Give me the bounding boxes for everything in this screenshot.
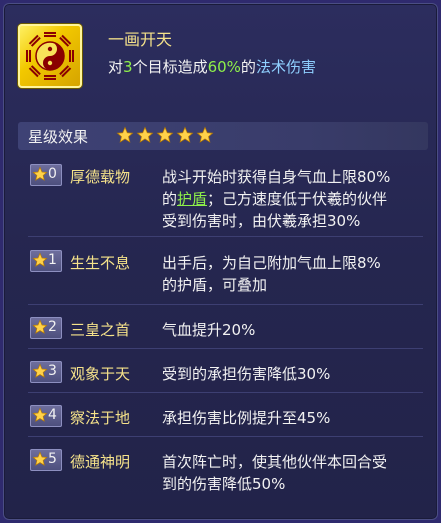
desc-line: 到的伤害降低50% bbox=[162, 475, 286, 493]
star-effect-name: 察法于地 bbox=[70, 409, 131, 427]
star-level-badge: 0 bbox=[30, 164, 62, 186]
skill-title: 一画开天 bbox=[108, 30, 173, 49]
desc-line: 的护盾，可叠加 bbox=[162, 276, 268, 294]
star-effect-name: 厚德载物 bbox=[70, 168, 131, 186]
desc-line: 受到伤害时，由伏羲承担30% bbox=[162, 212, 361, 230]
skill-tooltip-panel: 一画开天 对3个目标造成60%的法术伤害 星级效果 0 厚德载物 战斗开始时获得… bbox=[3, 3, 438, 520]
desc-line: 受到的承担伤害降低30% bbox=[162, 365, 331, 383]
desc-line: 出手后，为自己附加气血上限8% bbox=[162, 254, 381, 272]
star-level-number: 1 bbox=[48, 252, 57, 268]
star-effect-name: 生生不息 bbox=[70, 254, 131, 272]
desc-target-count: 3 bbox=[123, 58, 133, 76]
row-divider bbox=[28, 236, 423, 237]
star-icon bbox=[116, 126, 134, 143]
desc-text: 的 bbox=[162, 190, 178, 208]
star-icon bbox=[32, 407, 48, 422]
star-level-badge: 5 bbox=[30, 449, 62, 471]
desc-damage-percent: 60% bbox=[207, 58, 241, 76]
star-rating bbox=[116, 126, 216, 148]
shield-keyword-link[interactable]: 护盾 bbox=[177, 190, 207, 208]
star-level-badge: 3 bbox=[30, 361, 62, 383]
star-effect-name: 德通神明 bbox=[70, 453, 131, 471]
star-level-number: 5 bbox=[48, 451, 57, 467]
desc-line: 首次阵亡时，使其他伙伴本回合受 bbox=[162, 453, 388, 471]
desc-line: 气血提升20% bbox=[162, 321, 256, 339]
star-effect-name: 观象于天 bbox=[70, 365, 131, 383]
star-level-number: 2 bbox=[48, 319, 57, 335]
row-divider bbox=[28, 348, 423, 349]
desc-part2: 个目标造成 bbox=[132, 58, 208, 76]
star-level-number: 3 bbox=[48, 363, 57, 379]
bagua-yin-yang-icon bbox=[18, 24, 82, 88]
row-divider bbox=[28, 304, 423, 305]
star-icon bbox=[32, 363, 48, 378]
star-icon bbox=[32, 451, 48, 466]
desc-line: 承担伤害比例提升至45% bbox=[162, 409, 331, 427]
star-level-number: 4 bbox=[48, 407, 57, 423]
star-icon bbox=[136, 126, 154, 143]
star-level-number: 0 bbox=[48, 166, 57, 182]
star-effects-header: 星级效果 bbox=[18, 122, 428, 150]
desc-damage-type: 法术伤害 bbox=[255, 58, 316, 76]
desc-part3: 的 bbox=[240, 58, 256, 76]
desc-line: 战斗开始时获得自身气血上限80% bbox=[162, 168, 391, 186]
star-icon bbox=[32, 166, 48, 181]
desc-line: 的护盾；己方速度低于伏羲的伙伴 bbox=[162, 188, 422, 210]
row-divider bbox=[28, 436, 423, 437]
star-effect-desc: 首次阵亡时，使其他伙伴本回合受 到的伤害降低50% bbox=[162, 451, 422, 495]
star-icon bbox=[196, 126, 214, 143]
star-effect-name: 三皇之首 bbox=[70, 321, 131, 339]
star-effects-title: 星级效果 bbox=[28, 128, 89, 146]
star-effect-desc: 出手后，为自己附加气血上限8% 的护盾，可叠加 bbox=[162, 252, 422, 296]
desc-part1: 对 bbox=[108, 58, 124, 76]
desc-text: ；己方速度低于伏羲的伙伴 bbox=[207, 190, 388, 208]
star-icon bbox=[176, 126, 194, 143]
star-icon bbox=[32, 319, 48, 334]
star-icon bbox=[156, 126, 174, 143]
star-effect-desc: 战斗开始时获得自身气血上限80% 的护盾；己方速度低于伏羲的伙伴 受到伤害时，由… bbox=[162, 166, 422, 232]
star-level-badge: 2 bbox=[30, 317, 62, 339]
star-effect-desc: 受到的承担伤害降低30% bbox=[162, 363, 422, 385]
star-icon bbox=[32, 252, 48, 267]
row-divider bbox=[28, 392, 423, 393]
skill-description: 对3个目标造成60%的法术伤害 bbox=[108, 56, 316, 77]
star-effect-desc: 承担伤害比例提升至45% bbox=[162, 407, 422, 429]
star-level-badge: 1 bbox=[30, 250, 62, 272]
star-level-badge: 4 bbox=[30, 405, 62, 427]
star-effect-desc: 气血提升20% bbox=[162, 319, 422, 341]
